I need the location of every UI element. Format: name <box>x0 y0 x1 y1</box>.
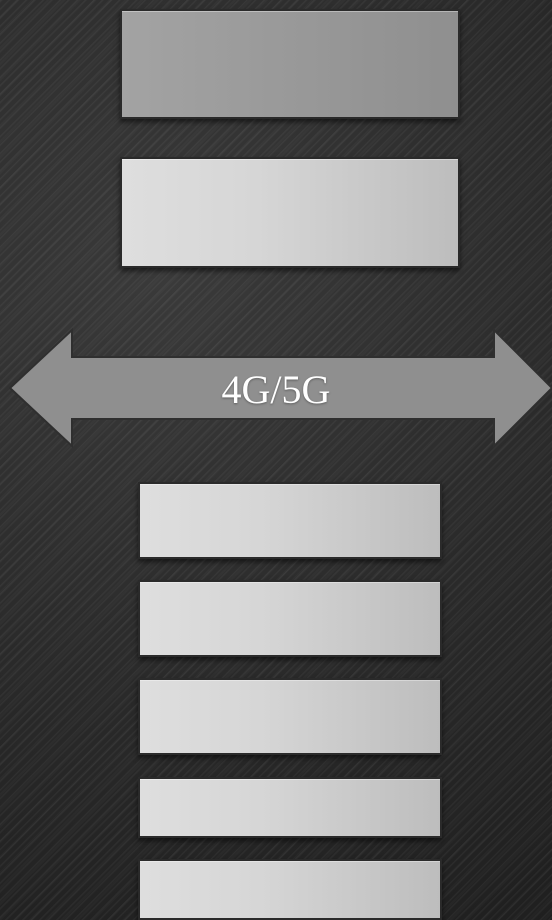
bottom-box-5 <box>138 859 442 920</box>
bottom-box-4 <box>138 777 442 838</box>
bottom-box-3 <box>138 678 442 755</box>
diagram-canvas: 4G/5G <box>0 0 552 920</box>
top-box-2 <box>120 157 460 268</box>
bidirectional-arrow: 4G/5G <box>0 320 552 460</box>
top-box-1 <box>120 9 460 119</box>
bottom-box-1 <box>138 482 442 559</box>
arrow-label: 4G/5G <box>221 367 331 412</box>
bottom-box-2 <box>138 580 442 657</box>
